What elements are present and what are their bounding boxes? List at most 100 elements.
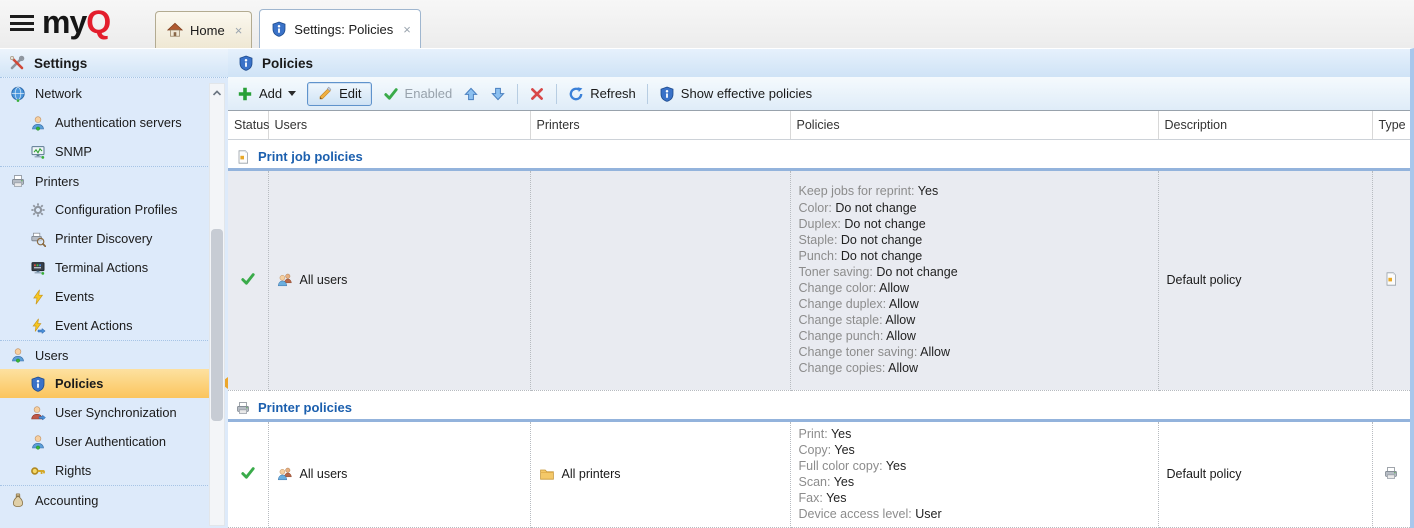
sidebar-item-label: Network — [35, 86, 82, 101]
sidebar-header: Settings — [0, 49, 228, 78]
sidebar-item-accounting[interactable]: Accounting — [0, 485, 212, 514]
sidebar-item-printers[interactable]: Printers — [0, 166, 212, 195]
shield-icon — [30, 376, 46, 392]
policy-line: Keep jobs for reprint: Yes — [799, 183, 1150, 199]
show-effective-policies-label: Show effective policies — [681, 86, 812, 101]
move-down-button[interactable] — [490, 86, 506, 102]
column-header-users[interactable]: Users — [268, 111, 530, 139]
sidebar-item-configuration-profiles[interactable]: Configuration Profiles — [0, 195, 212, 224]
sidebar-item-events[interactable]: Events — [0, 282, 212, 311]
status-enabled-icon — [240, 271, 256, 287]
column-header-printers[interactable]: Printers — [530, 111, 790, 139]
sidebar-item-printer-discovery[interactable]: Printer Discovery — [0, 224, 212, 253]
edit-button-label: Edit — [339, 86, 361, 101]
check-icon — [383, 86, 399, 102]
printer-search-icon — [30, 231, 46, 247]
sidebar-item-policies[interactable]: Policies — [0, 369, 212, 398]
sidebar-item-rights[interactable]: Rights — [0, 456, 212, 485]
scrollbar-thumb[interactable] — [211, 229, 223, 421]
column-header-policies[interactable]: Policies — [790, 111, 1158, 139]
sidebar-item-authentication-servers[interactable]: Authentication servers — [0, 108, 212, 137]
chevron-down-icon — [288, 91, 296, 96]
show-effective-policies-button[interactable]: Show effective policies — [659, 86, 812, 102]
tab-home[interactable]: Home × — [155, 11, 252, 48]
print-job-icon — [235, 149, 251, 165]
sidebar-scrollbar[interactable] — [209, 83, 225, 526]
sidebar-item-label: Accounting — [35, 493, 98, 508]
type-cell — [1372, 420, 1410, 527]
policies-cell: Keep jobs for reprint: Yes Color: Do not… — [790, 169, 1158, 390]
delete-button[interactable] — [529, 86, 545, 102]
sidebar-item-snmp[interactable]: SNMP — [0, 137, 212, 166]
lightning-action-icon — [30, 318, 46, 334]
section-title-print-job-policies[interactable]: Print job policies — [235, 149, 1410, 165]
plus-icon — [237, 86, 253, 102]
users-value: All users — [300, 273, 348, 287]
tab-settings-policies[interactable]: Settings: Policies × — [259, 9, 421, 48]
panel-header: Policies — [228, 49, 1410, 77]
section-printer-policies: Printer policies — [228, 390, 1410, 420]
column-header-type[interactable]: Type — [1372, 111, 1410, 139]
column-header-status[interactable]: Status — [228, 111, 268, 139]
sidebar-item-label: Terminal Actions — [55, 260, 148, 275]
policy-line: Device access level: User — [799, 506, 1150, 522]
policy-line: Change toner saving: Allow — [799, 344, 1150, 360]
printer-icon — [10, 173, 26, 189]
logo-text-my: my — [42, 4, 86, 40]
shield-icon — [271, 21, 287, 37]
sidebar-item-network[interactable]: Network — [0, 79, 212, 108]
section-title-printer-policies[interactable]: Printer policies — [235, 400, 1410, 416]
user-sync-icon — [30, 405, 46, 421]
delete-x-icon — [529, 86, 545, 102]
arrow-down-icon — [490, 86, 506, 102]
scroll-up-button[interactable] — [210, 85, 224, 100]
enabled-button[interactable]: Enabled — [383, 86, 453, 102]
lightning-icon — [30, 289, 46, 305]
printers-value: All printers — [562, 467, 621, 481]
edit-button[interactable]: Edit — [307, 82, 371, 106]
sidebar-item-label: Events — [55, 289, 94, 304]
refresh-icon — [568, 86, 584, 102]
printers-cell — [530, 169, 790, 390]
toolbar-separator — [647, 84, 648, 104]
arrow-up-icon — [463, 86, 479, 102]
move-up-button[interactable] — [463, 86, 479, 102]
sidebar-item-label: User Synchronization — [55, 405, 177, 420]
policy-line: Duplex: Do not change — [799, 216, 1150, 232]
monitor-icon — [30, 144, 46, 160]
description-cell: Default policy — [1158, 169, 1372, 390]
print-job-icon — [1383, 271, 1399, 287]
panel-title: Policies — [262, 56, 313, 71]
shield-icon — [659, 86, 675, 102]
policy-row-printer-default[interactable]: All users All printers Print: Yes Copy: … — [228, 420, 1410, 527]
globe-icon — [10, 86, 26, 102]
policy-line: Full color copy: Yes — [799, 458, 1150, 474]
refresh-button[interactable]: Refresh — [568, 86, 636, 102]
description-value: Default policy — [1167, 273, 1242, 287]
close-icon[interactable]: × — [235, 23, 243, 38]
menu-icon[interactable] — [10, 15, 34, 33]
add-button[interactable]: Add — [237, 86, 296, 102]
description-cell: Default policy — [1158, 420, 1372, 527]
sidebar-item-user-synchronization[interactable]: User Synchronization — [0, 398, 212, 427]
policy-row-print-job-default[interactable]: All users Keep jobs for reprint: Yes Col… — [228, 169, 1410, 390]
sidebar-item-user-authentication[interactable]: User Authentication — [0, 427, 212, 456]
sidebar-item-label: Authentication servers — [55, 115, 182, 130]
policy-line: Change punch: Allow — [799, 328, 1150, 344]
description-value: Default policy — [1167, 467, 1242, 481]
sidebar-item-users[interactable]: Users — [0, 340, 212, 369]
sidebar-item-label: Event Actions — [55, 318, 133, 333]
users-value: All users — [300, 467, 348, 481]
close-icon[interactable]: × — [403, 22, 411, 37]
users-cell: All users — [268, 420, 530, 527]
policy-line: Punch: Do not change — [799, 248, 1150, 264]
shield-icon — [238, 55, 254, 71]
tools-icon — [9, 55, 25, 71]
settings-sidebar: Settings Network Authentication servers … — [0, 48, 228, 528]
sidebar-item-terminal-actions[interactable]: Terminal Actions — [0, 253, 212, 282]
column-header-description[interactable]: Description — [1158, 111, 1372, 139]
sidebar-item-event-actions[interactable]: Event Actions — [0, 311, 212, 340]
section-title-label: Printer policies — [258, 400, 352, 415]
refresh-button-label: Refresh — [590, 86, 636, 101]
policy-line: Fax: Yes — [799, 490, 1150, 506]
